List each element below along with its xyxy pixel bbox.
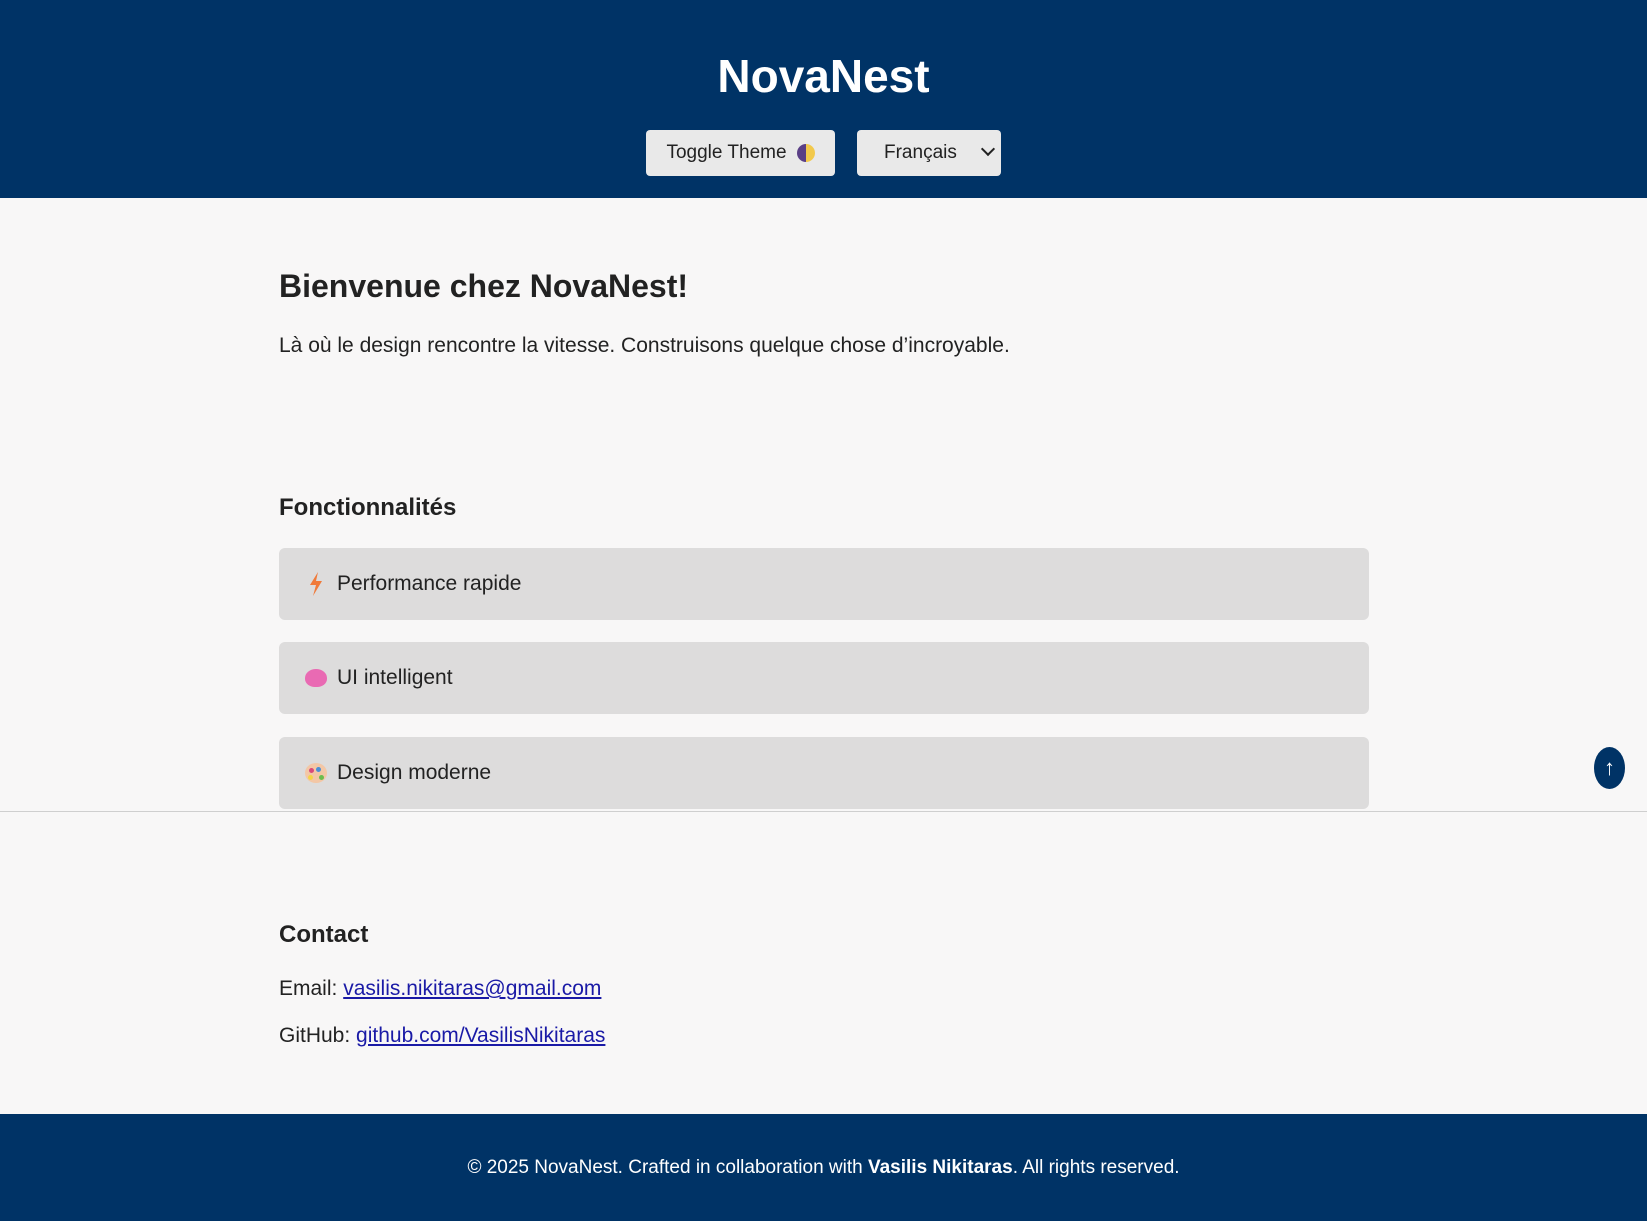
section-divider xyxy=(0,811,1647,812)
footer-suffix: . All rights reserved. xyxy=(1012,1156,1180,1178)
site-footer: © 2025 NovaNest. Crafted in collaboratio… xyxy=(0,1114,1647,1221)
language-selected-value: Français xyxy=(884,142,957,163)
feature-label: Performance rapide xyxy=(337,572,522,595)
contact-title: Contact xyxy=(279,921,369,948)
half-moon-icon xyxy=(796,144,815,162)
contact-github-line: GitHub: github.com/VasilisNikitaras xyxy=(279,1023,605,1049)
email-label: Email: xyxy=(279,977,338,1000)
feature-card-performance: Performance rapide xyxy=(279,548,1369,620)
toggle-theme-label: Toggle Theme xyxy=(666,142,787,163)
site-title: NovaNest xyxy=(717,50,930,102)
brain-icon xyxy=(303,665,329,691)
scroll-to-top-button[interactable]: ↑ xyxy=(1594,747,1625,789)
feature-card-ui: UI intelligent xyxy=(279,642,1369,714)
footer-prefix: © 2025 NovaNest. Crafted in collaboratio… xyxy=(467,1156,863,1178)
features-title: Fonctionnalités xyxy=(279,494,457,521)
chevron-down-icon xyxy=(980,141,996,157)
footer-author: Vasilis Nikitaras xyxy=(867,1156,1013,1178)
hero-title: Bienvenue chez NovaNest! xyxy=(279,268,689,304)
toggle-theme-button[interactable]: Toggle Theme xyxy=(646,130,835,176)
hero-text: Là où le design rencontre la vitesse. Co… xyxy=(279,334,1010,357)
feature-label: UI intelligent xyxy=(337,666,453,689)
lightning-icon xyxy=(303,571,329,597)
contact-email-line: Email: vasilis.nikitaras@gmail.com xyxy=(279,976,601,1002)
site-header: NovaNest Toggle Theme Français xyxy=(0,0,1647,198)
arrow-up-icon: ↑ xyxy=(1604,755,1615,780)
github-label: GitHub: xyxy=(279,1024,351,1047)
email-link[interactable]: vasilis.nikitaras@gmail.com xyxy=(343,977,601,1000)
feature-card-design: Design moderne xyxy=(279,737,1369,809)
github-link[interactable]: github.com/VasilisNikitaras xyxy=(356,1024,605,1047)
palette-icon xyxy=(303,760,329,786)
feature-label: Design moderne xyxy=(337,761,492,784)
language-select[interactable]: Français xyxy=(857,130,1001,176)
